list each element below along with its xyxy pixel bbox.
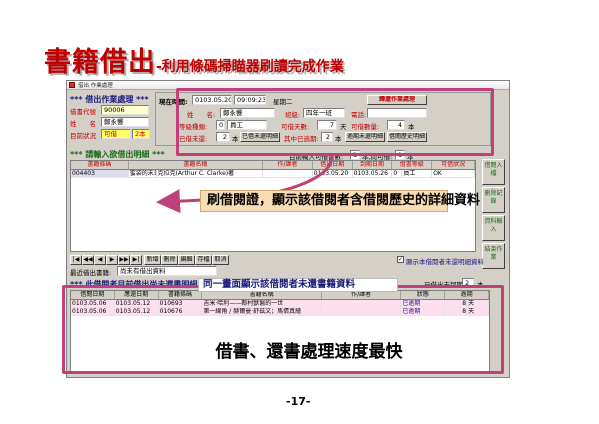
callout-history: 刷借閱證，顯示該借閱者含借閱歷史的詳細資料 [200,190,480,212]
page-number: -17- [286,395,311,408]
callout-unreturned: 同一畫面顯示該借閱者未還書籍資料 [198,278,398,292]
callout-speed: 借書、還書處理速度最快 [170,340,448,366]
slide: { "slide": { "title_main": "書籍借出", "titl… [0,0,599,424]
